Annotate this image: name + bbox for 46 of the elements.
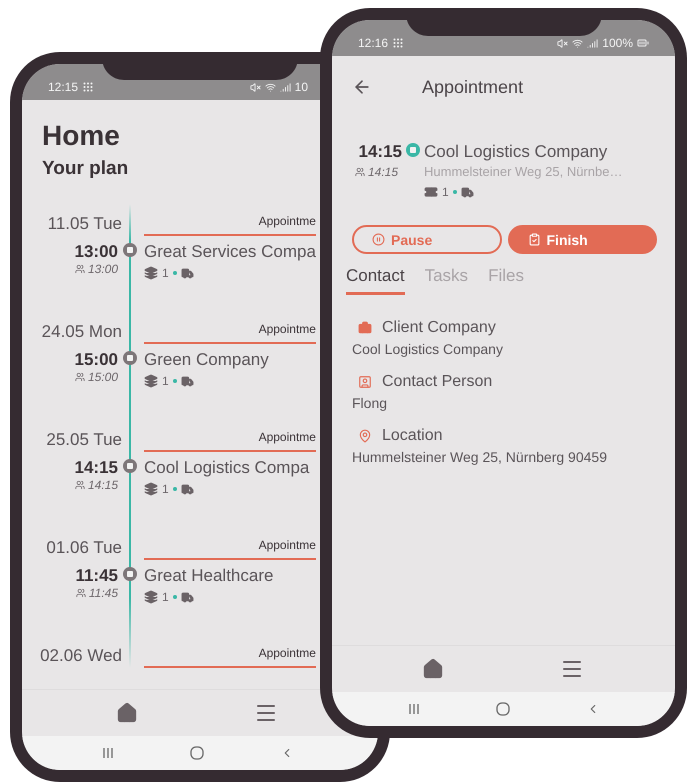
item-count: 1 — [162, 374, 169, 388]
date-label: 11.05 Tue — [48, 214, 122, 235]
planned-time: 13:00 — [88, 262, 118, 276]
finish-button[interactable]: Finish — [508, 225, 657, 254]
detail-value: Hummelsteiner Weg 25, Nürnberg 90459 — [352, 449, 608, 465]
date-label: 01.06 Tue — [46, 538, 122, 559]
date-label: 24.05 Mon — [42, 322, 122, 343]
status-time: 12:15 — [48, 80, 78, 94]
appointment-type[interactable]: Appointme — [258, 430, 316, 450]
item-count: 1 — [442, 185, 449, 199]
planned-time: 15:00 — [88, 370, 118, 384]
appointment-type[interactable]: Appointme — [258, 538, 316, 558]
appointment-type[interactable]: Appointme — [258, 214, 316, 234]
appointment-time: 14:15 — [358, 142, 402, 162]
date-label: 02.06 Wed — [40, 646, 122, 667]
company-name[interactable]: Great Healthcare — [144, 566, 274, 586]
page-subtitle: Your plan — [42, 158, 128, 180]
company-name: Cool Logistics Company — [424, 142, 608, 162]
appointment-time: 15:00 — [74, 350, 118, 370]
battery-level: 100% — [602, 36, 633, 50]
detail-value: Cool Logistics Company — [352, 341, 504, 357]
tab[interactable]: Contact — [346, 262, 405, 295]
detail-value: Flong — [352, 395, 388, 411]
company-name[interactable]: Cool Logistics Compa — [144, 458, 310, 478]
page-title: Home — [42, 120, 120, 152]
appointment-type[interactable]: Appointme — [258, 646, 316, 666]
status-time: 12:16 — [358, 36, 388, 50]
date-label: 25.05 Tue — [46, 430, 122, 451]
company-address: Hummelsteiner Weg 25, Nürnbe… — [424, 164, 624, 179]
planned-time: 14:15 — [368, 164, 398, 178]
detail-label: Client Company — [382, 319, 496, 337]
appointment-time: 11:45 — [75, 566, 118, 586]
planned-time: 14:15 — [88, 478, 118, 492]
company-name[interactable]: Green Company — [144, 350, 269, 370]
battery-level: 10 — [294, 80, 308, 94]
detail-label: Contact Person — [382, 373, 492, 391]
item-count: 1 — [162, 590, 169, 604]
appointment-type[interactable]: Appointme — [258, 322, 316, 342]
detail-label: Location — [382, 427, 442, 445]
screen-title: Appointment — [422, 76, 524, 98]
planned-time: 11:45 — [88, 586, 118, 600]
company-name[interactable]: Great Services Compa — [144, 242, 316, 262]
item-count: 1 — [162, 482, 169, 496]
appointment-time: 13:00 — [74, 242, 118, 262]
item-count: 1 — [162, 266, 169, 280]
appointment-time: 14:15 — [74, 458, 118, 478]
